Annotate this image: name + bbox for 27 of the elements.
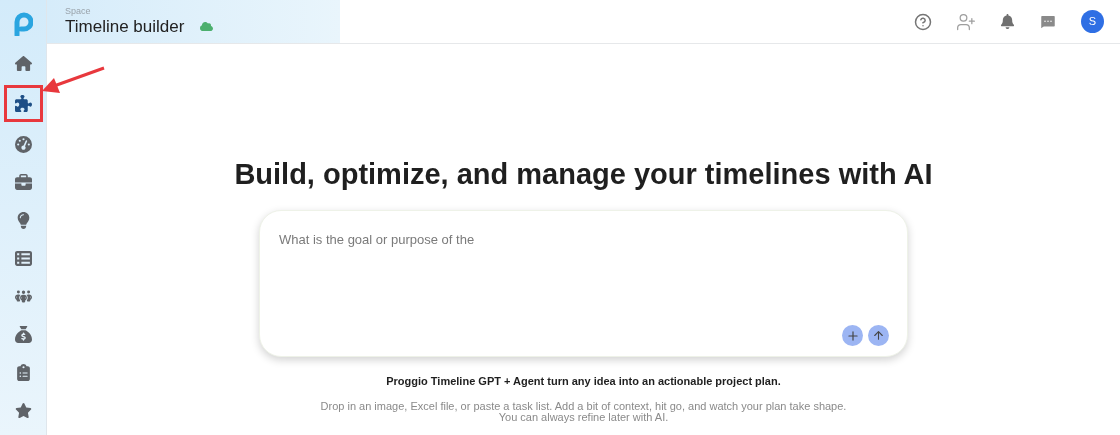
clipboard-icon	[14, 363, 32, 381]
add-button[interactable]	[842, 325, 863, 346]
money-bag-icon	[14, 325, 32, 343]
pointer-arrow	[40, 66, 106, 94]
prompt-field[interactable]: What is the goal or purpose of the	[260, 211, 907, 356]
star-icon	[14, 401, 32, 419]
sidebar-item[interactable]	[6, 88, 40, 119]
add-user-icon[interactable]	[956, 11, 976, 32]
cloud-icon	[200, 20, 214, 33]
hint-text: Drop in an image, Excel file, or paste a task list. Add a bit of context, hit go, and watch your plan take shape.	[320, 400, 847, 412]
gauge-icon	[14, 135, 32, 153]
list-icon	[14, 249, 32, 267]
hint-text: You can always refine later with AI.	[498, 411, 669, 423]
avatar[interactable]: S	[1081, 10, 1104, 33]
plus-icon	[845, 328, 860, 343]
logo-icon	[13, 12, 33, 36]
page-title: Timeline builder	[65, 16, 185, 38]
puzzle-icon	[14, 95, 32, 112]
briefcase-icon	[14, 173, 32, 191]
arrow-up-icon	[872, 329, 885, 342]
bell-icon[interactable]	[1000, 14, 1015, 29]
breadcrumb: Space	[65, 5, 92, 16]
tagline: Proggio Timeline GPT + Agent turn any idea into an actionable project plan.	[386, 374, 781, 389]
send-button[interactable]	[868, 325, 889, 346]
help-icon[interactable]	[914, 12, 932, 31]
main-heading: Build, optimize, and manage your timelines with AI	[234, 157, 933, 192]
house-icon	[14, 54, 32, 72]
